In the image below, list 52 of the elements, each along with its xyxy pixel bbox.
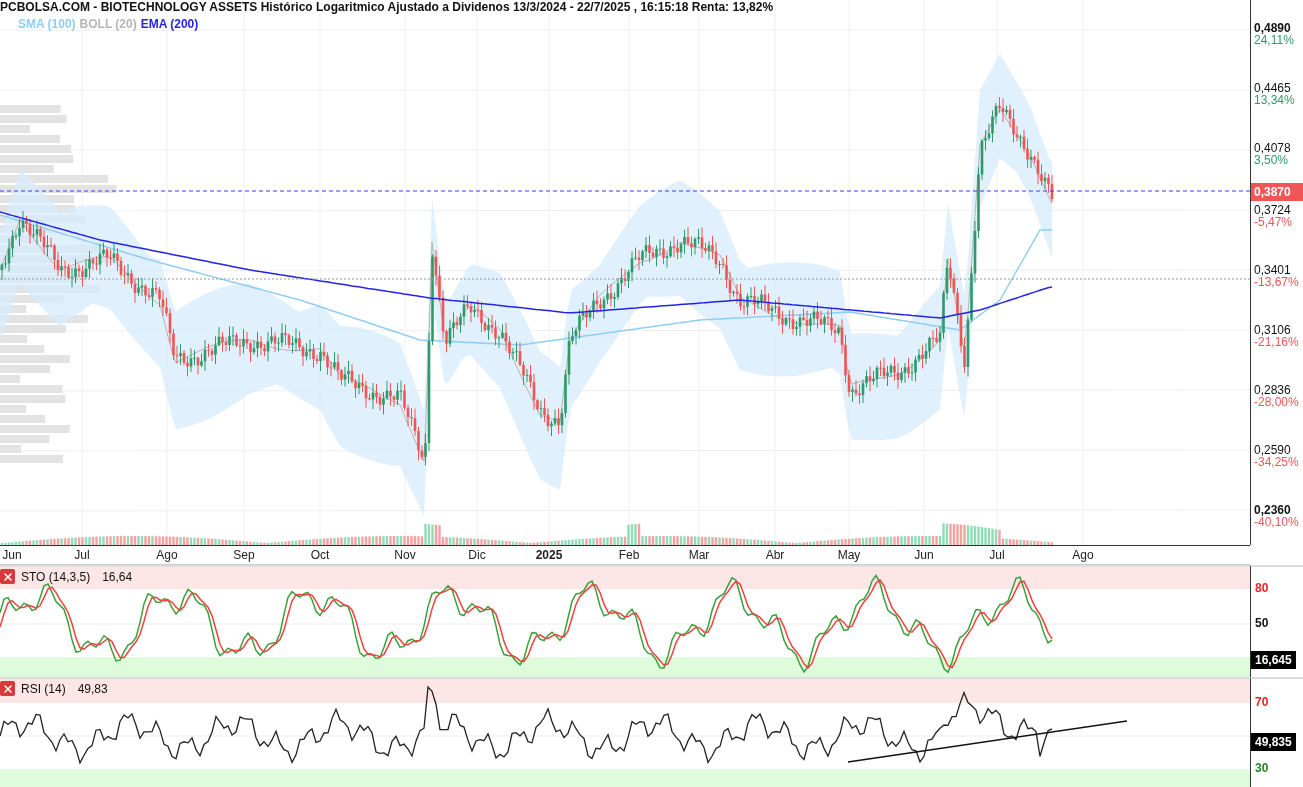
month-label: Sep <box>233 548 255 562</box>
level-label: 50 <box>1255 616 1269 630</box>
price-tick: 0,4890 <box>1254 22 1291 34</box>
percent-change: 24,11% <box>1254 34 1294 46</box>
close-button[interactable] <box>0 569 15 584</box>
price-tick: 0,2836 <box>1254 384 1291 396</box>
percent-change: -5,47% <box>1254 216 1293 228</box>
price-tick: 0,4078 <box>1254 142 1291 154</box>
month-label: Feb <box>618 548 640 562</box>
percent-change: -40,10% <box>1254 516 1299 528</box>
indicator-value: 16,64 <box>102 569 133 584</box>
percent-change: -21,16% <box>1254 336 1299 348</box>
indicator-readout: 16,645 <box>1251 651 1296 669</box>
legend-item: EMA (200) <box>140 17 199 31</box>
percent-change: -28,00% <box>1254 396 1299 408</box>
month-label: Ago <box>156 548 178 562</box>
level-label: 80 <box>1255 581 1269 595</box>
month-label: Jun <box>914 548 934 562</box>
close-icon <box>1 570 14 583</box>
month-label: 2025 <box>535 548 563 562</box>
price-tick: 0,3106 <box>1254 324 1291 336</box>
price-tick: 0,3724 <box>1254 204 1291 216</box>
level-label: 30 <box>1255 761 1269 775</box>
price-tick: 0,3401 <box>1254 264 1291 276</box>
chart-title: PCBOLSA.COM - BIOTECHNOLOGY ASSETS Histórico Logaritmico Ajustado a Dividenos 13/3/2024 - 22/7/2025 , 16:15:18 Renta: 13,82% <box>0 0 774 14</box>
close-button[interactable] <box>0 681 15 696</box>
percent-change: -34,25% <box>1254 456 1299 468</box>
month-label: May <box>837 548 861 562</box>
legend-item: SMA (100) <box>18 17 76 31</box>
month-label: Jun <box>2 548 22 562</box>
percent-change: 3,50% <box>1254 154 1289 166</box>
month-label: Ago <box>1072 548 1094 562</box>
month-label: Jul <box>74 548 90 562</box>
indicator-readout: 49,835 <box>1251 733 1296 751</box>
month-label: Jul <box>989 548 1005 562</box>
month-label: Mar <box>688 548 710 562</box>
legend-item: BOLL (20) <box>79 17 137 31</box>
percent-change: 13,34% <box>1254 94 1295 106</box>
indicator-name: RSI (14) <box>21 681 66 696</box>
price-tick: 0,2590 <box>1254 444 1291 456</box>
month-label: Abr <box>765 548 785 562</box>
close-icon <box>1 682 14 695</box>
current-price-badge: 0,3870 <box>1251 183 1303 201</box>
month-label: Oct <box>310 548 330 562</box>
indicator-value: 49,83 <box>77 681 108 696</box>
indicator-name: STO (14,3,5) <box>21 569 91 584</box>
price-tick: 0,4465 <box>1254 82 1291 94</box>
month-label: Nov <box>394 548 416 562</box>
level-label: 70 <box>1255 695 1269 709</box>
price-tick: 0,2360 <box>1254 504 1291 516</box>
month-label: Dic <box>468 548 486 562</box>
percent-change: -13,67% <box>1254 276 1299 288</box>
